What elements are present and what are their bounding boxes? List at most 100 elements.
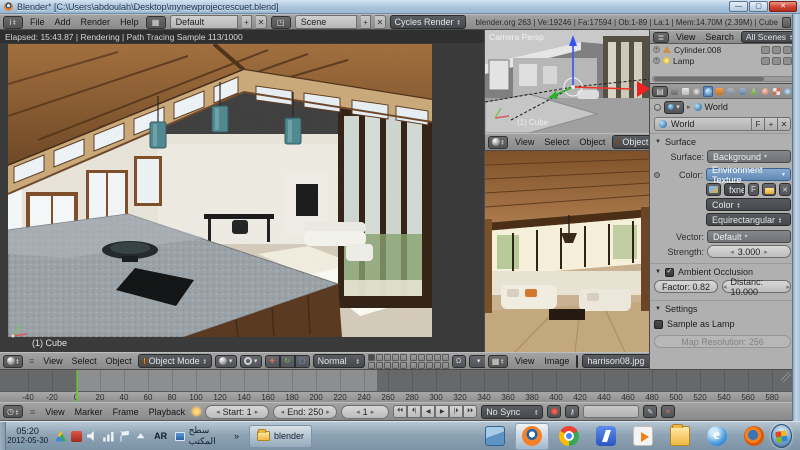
taskbar-clock[interactable]: 05:20 2012-05-30: [6, 426, 49, 446]
scale-manipulator-button[interactable]: ▢: [294, 354, 310, 368]
expand-icon[interactable]: +: [653, 46, 660, 53]
outliner-filter-select[interactable]: All Scenes▲▼: [740, 31, 795, 43]
surface-panel-header[interactable]: ▼ Surface: [650, 133, 795, 149]
vector-select[interactable]: Default ▾: [707, 230, 791, 243]
tab-object-icon[interactable]: [714, 86, 724, 97]
outliner-item-lamp[interactable]: + Lamp: [650, 55, 795, 66]
tray-security-icon[interactable]: [71, 430, 83, 442]
new-world-button[interactable]: +: [765, 117, 778, 131]
jump-to-start-button[interactable]: ⏴⏴: [393, 405, 408, 418]
next-keyframe-button[interactable]: |⏵: [449, 405, 464, 418]
tab-scene-icon[interactable]: [692, 86, 702, 97]
view3d-menu-view[interactable]: View: [40, 356, 65, 366]
toolbar-overflow-chevron[interactable]: »: [234, 431, 239, 441]
image-menu-view[interactable]: View: [512, 356, 537, 366]
image-editor-viewport[interactable]: [484, 150, 651, 353]
menu-file[interactable]: File: [27, 17, 48, 27]
record-button[interactable]: [547, 405, 562, 418]
layers-grid-2[interactable]: [409, 353, 449, 369]
tray-hidden-icon[interactable]: [136, 433, 145, 439]
timeline-track[interactable]: -40-200204060801001201401601802002202402…: [0, 369, 794, 403]
tab-world-icon[interactable]: [703, 85, 714, 97]
image-browse-icon[interactable]: [576, 354, 579, 368]
timeline-menu-playback[interactable]: Playback: [146, 407, 189, 417]
taskbar-app-firefox[interactable]: [737, 423, 771, 450]
outliner-item-cylinder[interactable]: + Cylinder.008: [650, 44, 795, 55]
mode-select[interactable]: Object Mode ▲ ▼: [137, 354, 212, 368]
start-button[interactable]: [771, 424, 792, 448]
taskbar-app-media-player[interactable]: [626, 423, 660, 450]
menu-render[interactable]: Render: [78, 17, 114, 27]
camera-mode-select[interactable]: Object Mode▲▼: [612, 135, 650, 149]
outliner-menu-search[interactable]: Search: [702, 32, 737, 42]
camera-viewport[interactable]: Camera Persp (1) Cube: [484, 29, 651, 134]
tray-volume-icon[interactable]: [87, 431, 94, 441]
camera-menu-view[interactable]: View: [512, 137, 537, 147]
context-browse-icon[interactable]: ▾: [664, 100, 684, 114]
renderable-camera-icon[interactable]: [783, 45, 792, 54]
snap-element-select[interactable]: ▾: [468, 354, 485, 368]
add-layout-button[interactable]: +: [241, 15, 253, 29]
open-image-folder-icon[interactable]: [762, 183, 776, 196]
camera-menu-select[interactable]: Select: [541, 137, 572, 147]
editor-type-properties-icon[interactable]: ▤: [652, 85, 668, 97]
taskbar-app-photo-viewer[interactable]: [478, 423, 512, 450]
outliner-scrollbar[interactable]: [652, 76, 793, 82]
sync-select[interactable]: No Sync ▲ ▼: [481, 404, 544, 419]
tab-texture-icon[interactable]: [771, 86, 781, 97]
renderable-camera-icon[interactable]: [783, 56, 792, 65]
window-titlebar[interactable]: Blender* [C:\Users\abdoulah\Desktop\myne…: [0, 0, 800, 14]
screen-layout-field[interactable]: Default: [169, 15, 238, 29]
minimize-button[interactable]: —: [729, 1, 748, 12]
expand-icon[interactable]: +: [653, 57, 660, 64]
layers-grid-1[interactable]: [367, 353, 407, 369]
play-button[interactable]: ▶: [435, 405, 450, 418]
unlink-image-button[interactable]: ✕: [779, 183, 791, 196]
visibility-eye-icon[interactable]: [761, 56, 770, 65]
add-scene-button[interactable]: +: [360, 15, 372, 29]
tab-render-icon[interactable]: [669, 86, 679, 97]
view3d-menu-object[interactable]: Object: [103, 356, 135, 366]
maximize-button[interactable]: ▢: [749, 1, 768, 12]
scene-field[interactable]: Scene: [294, 15, 357, 29]
timeline-menu-view[interactable]: View: [42, 407, 67, 417]
taskbar-app-explorer[interactable]: [663, 423, 697, 450]
ambient-occlusion-checkbox[interactable]: ✓: [664, 267, 674, 277]
tab-constraints-icon[interactable]: [726, 86, 736, 97]
current-frame-field[interactable]: ◂ 1 ▸: [341, 404, 390, 419]
unlink-world-button[interactable]: ✕: [778, 117, 791, 131]
view3d-menu-select[interactable]: Select: [69, 356, 100, 366]
editor-type-image-icon[interactable]: ▦ ▲ ▼: [488, 354, 508, 368]
taskbar-app-blender[interactable]: [515, 422, 550, 450]
rotate-manipulator-button[interactable]: ↻: [279, 354, 295, 368]
jump-to-end-button[interactable]: ⏵⏵: [463, 405, 478, 418]
taskbar-app-chrome[interactable]: [552, 423, 586, 450]
settings-panel-header[interactable]: ▼ Settings: [650, 300, 795, 316]
selectable-arrow-icon[interactable]: [772, 45, 781, 54]
editor-type-3dview-icon[interactable]: ▲ ▼: [488, 135, 508, 149]
tab-data-icon[interactable]: [749, 86, 759, 97]
pivot-center-select[interactable]: ▾: [239, 354, 262, 368]
remove-scene-button[interactable]: ✕: [375, 15, 386, 29]
keying-set-icon[interactable]: ⚷: [565, 405, 580, 418]
render-engine-select[interactable]: Cycles Render ▲ ▼: [389, 15, 466, 29]
use-preview-range-icon[interactable]: [192, 407, 202, 416]
timeline-menu-frame[interactable]: Frame: [110, 407, 142, 417]
frame-start-field[interactable]: ◂ Start: 1 ▸: [205, 404, 270, 419]
snap-magnet-button[interactable]: Ω: [451, 354, 466, 368]
image-fake-user-button[interactable]: F: [748, 183, 759, 196]
remove-layout-button[interactable]: ✕: [256, 15, 267, 29]
image-menu-image[interactable]: Image: [541, 356, 572, 366]
taskbar-app-chat[interactable]: [589, 423, 623, 450]
color-space-select[interactable]: Color ▲ ▼: [706, 198, 791, 211]
taskbar-window-button[interactable]: blender: [249, 424, 313, 448]
world-name-field[interactable]: World: [654, 117, 752, 131]
color-node-select[interactable]: Environment Texture ▾: [706, 165, 791, 185]
collapse-menus-icon[interactable]: ≡: [27, 407, 38, 417]
editor-type-outliner-icon[interactable]: ≣: [653, 31, 669, 43]
play-reverse-button[interactable]: ◀: [421, 405, 436, 418]
frame-end-field[interactable]: ◂ End: 250 ▸: [273, 404, 338, 419]
camera-menu-object[interactable]: Object: [576, 137, 608, 147]
region-corner-handle[interactable]: [781, 372, 791, 382]
scene-icon[interactable]: ◳: [270, 15, 291, 29]
